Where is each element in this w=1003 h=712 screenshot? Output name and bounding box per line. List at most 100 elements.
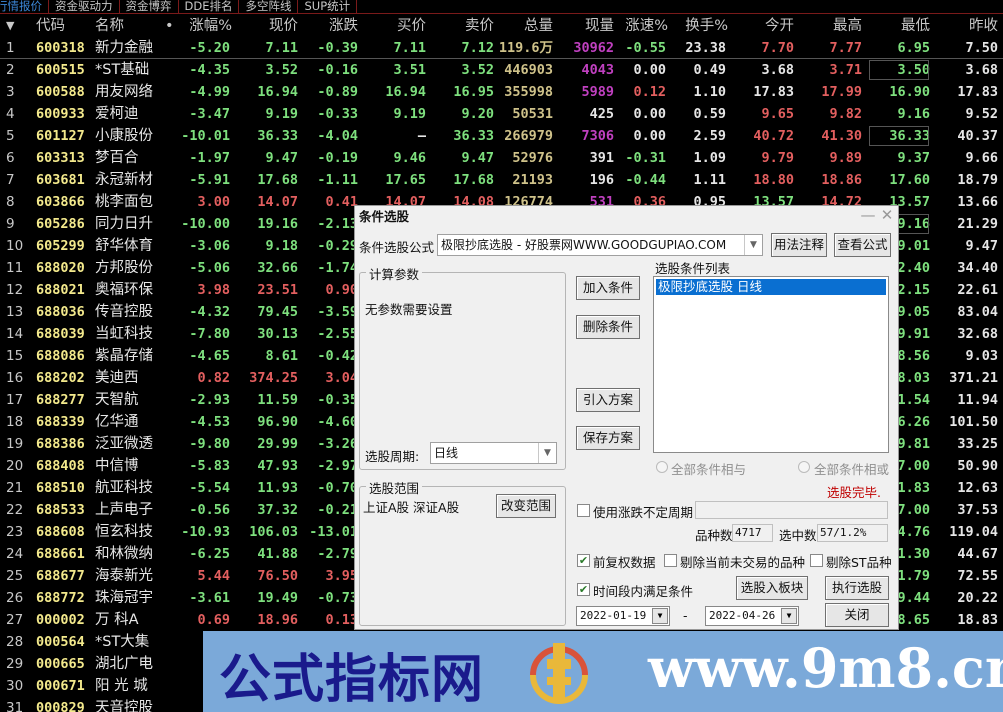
row-index: 4 [6, 106, 15, 122]
tab-2[interactable]: 资金博弈 [120, 0, 179, 14]
sort-arrow-icon[interactable]: ▼ [6, 15, 30, 37]
col-low[interactable]: 最低 [868, 15, 930, 37]
period-select[interactable]: 日线 ▼ [430, 442, 557, 464]
usage-notes-button[interactable]: 用法注释 [771, 233, 827, 257]
formula-value: 极限抄底选股 - 好股票网WWW.GOODGUPIAO.COM [441, 238, 727, 252]
count-value: 4717 [732, 524, 773, 542]
table-row[interactable]: 4 600933 爱柯迪 -3.47 9.19 -0.33 9.19 9.20 50531 425… [0, 103, 1003, 125]
condition-list-item[interactable]: 极限抄底选股 日线 [656, 279, 886, 295]
stock-name: 永冠新材 [95, 172, 153, 188]
stock-name: 和林微纳 [95, 546, 153, 562]
col-turnover[interactable]: 换手% [670, 15, 728, 37]
dialog-title: 条件选股 [359, 209, 410, 224]
price: 37.32 [257, 502, 298, 518]
close-icon[interactable]: ✕ [879, 208, 895, 224]
col-bid[interactable]: 买价 [370, 15, 426, 37]
exclude-untraded-checkbox[interactable] [664, 554, 677, 567]
row-index: 24 [6, 546, 24, 562]
date-from-picker[interactable]: 2022-01-19 ▼ [576, 606, 670, 626]
prev-close: 9.03 [965, 348, 998, 364]
change-pct: 5.44 [197, 568, 230, 584]
row-index: 1 [6, 40, 15, 56]
current-volume: 196 [589, 172, 614, 188]
tab-3[interactable]: DDE排名 [179, 0, 240, 14]
row-index: 14 [6, 326, 24, 342]
col-change-pct[interactable]: 涨幅% [180, 15, 232, 37]
col-dot[interactable]: • [165, 15, 175, 37]
volume: 50531 [512, 106, 553, 122]
price: 23.51 [257, 282, 298, 298]
col-speed[interactable]: 涨速% [614, 15, 668, 37]
prev-close: 17.83 [957, 84, 998, 100]
col-open[interactable]: 今开 [730, 15, 794, 37]
row-index: 23 [6, 524, 24, 540]
radio-all-or[interactable] [798, 461, 810, 473]
use-period-checkbox[interactable] [577, 504, 590, 517]
turnover: 1.10 [693, 84, 726, 100]
change-pct: -5.83 [189, 458, 230, 474]
change-pct: 0.69 [197, 612, 230, 628]
row-index: 2 [6, 62, 15, 78]
table-row[interactable]: 5 601127 小康股份 -10.01 36.33 -4.04 — 36.33 266979 7… [0, 125, 1003, 147]
row-index: 21 [6, 480, 24, 496]
row-index: 11 [6, 260, 24, 276]
tab-5[interactable]: SUP统计 [298, 0, 358, 14]
col-volume[interactable]: 总量 [495, 15, 553, 37]
chevron-down-icon[interactable]: ▼ [744, 235, 762, 255]
change: -2.55 [317, 326, 358, 342]
col-ask[interactable]: 卖价 [440, 15, 494, 37]
table-row[interactable]: 6 603313 梦百合 -1.97 9.47 -0.19 9.46 9.47 52976 391… [0, 147, 1003, 169]
tab-4[interactable]: 多空阵线 [239, 0, 299, 14]
row-index: 6 [6, 150, 15, 166]
radio-all-and[interactable] [656, 461, 668, 473]
price: 76.50 [257, 568, 298, 584]
col-cur-volume[interactable]: 现量 [560, 15, 614, 37]
stock-code: 603681 [36, 172, 85, 188]
speed: 0.00 [633, 62, 666, 78]
forward-adjust-checkbox[interactable]: ✔ [577, 554, 590, 567]
stock-name: 万 科A [95, 612, 139, 628]
turnover: 23.38 [685, 40, 726, 56]
table-row[interactable]: 7 603681 永冠新材 -5.91 17.68 -1.11 17.65 17.68 2119… [0, 169, 1003, 191]
ask: 17.68 [453, 172, 494, 188]
change: -0.89 [317, 84, 358, 100]
change-range-button[interactable]: 改变范围 [496, 494, 556, 518]
add-condition-button[interactable]: 加入条件 [576, 276, 640, 300]
col-price[interactable]: 现价 [240, 15, 298, 37]
change-pct: -1.97 [189, 150, 230, 166]
dropdown-arrow-icon[interactable]: ▼ [781, 608, 797, 624]
row-index: 31 [6, 700, 24, 712]
save-plan-button[interactable]: 保存方案 [576, 426, 640, 450]
change-pct: -4.35 [189, 62, 230, 78]
import-plan-button[interactable]: 引入方案 [576, 388, 640, 412]
tab-1[interactable]: 资金驱动力 [49, 0, 120, 14]
minimize-icon[interactable]: — [860, 208, 876, 224]
ask: 9.47 [461, 150, 494, 166]
low: 9.37 [897, 150, 930, 166]
tab-0[interactable]: 行情报价 [0, 0, 49, 14]
formula-select[interactable]: 极限抄底选股 - 好股票网WWW.GOODGUPIAO.COM ▼ [437, 234, 763, 256]
close-button[interactable]: 关闭 [825, 603, 889, 627]
exclude-st-checkbox[interactable] [810, 554, 823, 567]
delete-condition-button[interactable]: 删除条件 [576, 315, 640, 339]
date-to-picker[interactable]: 2022-04-26 ▼ [705, 606, 799, 626]
table-row[interactable]: 3 600588 用友网络 -4.99 16.94 -0.89 16.94 16.95 3559… [0, 81, 1003, 103]
stock-code: 600588 [36, 84, 85, 100]
dropdown-arrow-icon[interactable]: ▼ [652, 608, 668, 624]
col-change[interactable]: 涨跌 [300, 15, 358, 37]
change-pct: -5.20 [189, 40, 230, 56]
change: -2.97 [317, 458, 358, 474]
col-prev-close[interactable]: 昨收 [940, 15, 998, 37]
run-selection-button[interactable]: 执行选股 [825, 576, 889, 600]
range-label: 选股范围 [366, 478, 423, 497]
add-to-block-button[interactable]: 选股入板块 [736, 576, 808, 600]
col-code[interactable]: 代码 [36, 15, 94, 37]
table-row[interactable]: 2 600515 *ST基础 -4.35 3.52 -0.16 3.51 3.52 446903… [0, 59, 1003, 81]
table-row[interactable]: 1 600318 新力金融 -5.20 7.11 -0.39 7.11 7.12 119.6万 3… [0, 37, 1003, 59]
chevron-down-icon[interactable]: ▼ [538, 443, 556, 463]
col-high[interactable]: 最高 [800, 15, 862, 37]
condition-list[interactable]: 极限抄底选股 日线 [653, 276, 889, 453]
time-condition-checkbox[interactable]: ✔ [577, 583, 590, 596]
price: 374.25 [249, 370, 298, 386]
view-formula-button[interactable]: 查看公式 [834, 233, 891, 257]
